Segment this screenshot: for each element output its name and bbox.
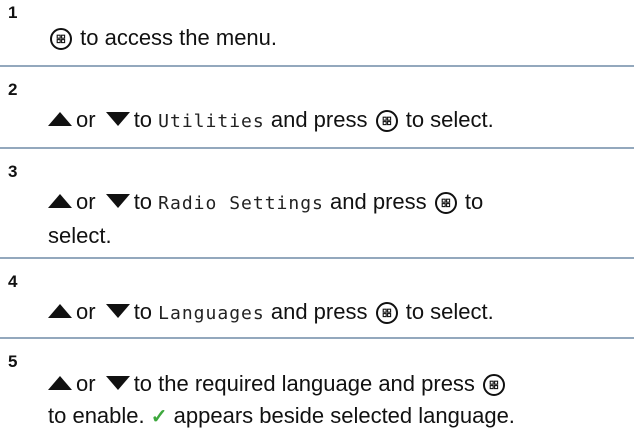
divider	[0, 147, 634, 149]
step-text: to access the menu.	[48, 22, 624, 54]
step-1-text: to access the menu.	[80, 25, 278, 50]
menu-ok-button-icon	[50, 28, 72, 50]
to-text: to the required language and press	[133, 371, 475, 396]
step-number: 4	[8, 272, 18, 291]
up-arrow-icon	[48, 376, 72, 390]
select-text: select.	[48, 223, 112, 248]
menu-ok-button-icon	[375, 302, 398, 324]
step-number: 5	[8, 352, 18, 371]
menu-name-radio-settings: Radio Settings	[158, 193, 324, 214]
check-mark-icon: ✓	[150, 406, 168, 428]
menu-name-languages: Languages	[158, 303, 265, 324]
to-text: to	[133, 299, 153, 324]
and-press-text: and press	[330, 189, 427, 214]
menu-ok-button-icon	[375, 110, 398, 132]
down-arrow-icon	[105, 194, 130, 208]
step-text: or to the required language and press	[48, 368, 624, 400]
down-arrow-icon	[105, 304, 130, 318]
step-number: 2	[8, 80, 18, 99]
step-text: or to Utilities and press to select.	[48, 104, 624, 138]
menu-name-utilities: Utilities	[158, 111, 265, 132]
and-press-text: and press	[270, 107, 368, 132]
up-arrow-icon	[48, 112, 72, 126]
down-arrow-icon	[105, 112, 130, 126]
to-select-text: to select.	[405, 107, 494, 132]
up-arrow-icon	[48, 304, 72, 318]
to-text: to	[133, 189, 153, 214]
step-number: 3	[8, 162, 18, 181]
down-arrow-icon	[105, 376, 130, 390]
or-text: or	[76, 371, 96, 396]
or-text: or	[76, 189, 96, 214]
menu-ok-button-icon	[434, 192, 457, 214]
or-text: or	[76, 107, 96, 132]
to-select-text: to select.	[405, 299, 494, 324]
divider	[0, 65, 634, 67]
and-press-text: and press	[270, 299, 368, 324]
to-text: to	[133, 107, 153, 132]
step-text: or to Languages and press to select.	[48, 296, 624, 330]
appears-text: appears beside selected language.	[173, 403, 515, 428]
to-enable-text: to enable.	[48, 403, 145, 428]
divider	[0, 257, 634, 259]
step-text: or to Radio Settings and press to select…	[48, 186, 624, 252]
to-text: to	[464, 189, 484, 214]
or-text: or	[76, 299, 96, 324]
menu-ok-button-icon	[483, 374, 506, 396]
step-number: 1	[8, 3, 18, 22]
step-text-continued: to enable. ✓ appears beside selected lan…	[48, 400, 624, 433]
divider	[0, 337, 634, 339]
up-arrow-icon	[48, 194, 72, 208]
